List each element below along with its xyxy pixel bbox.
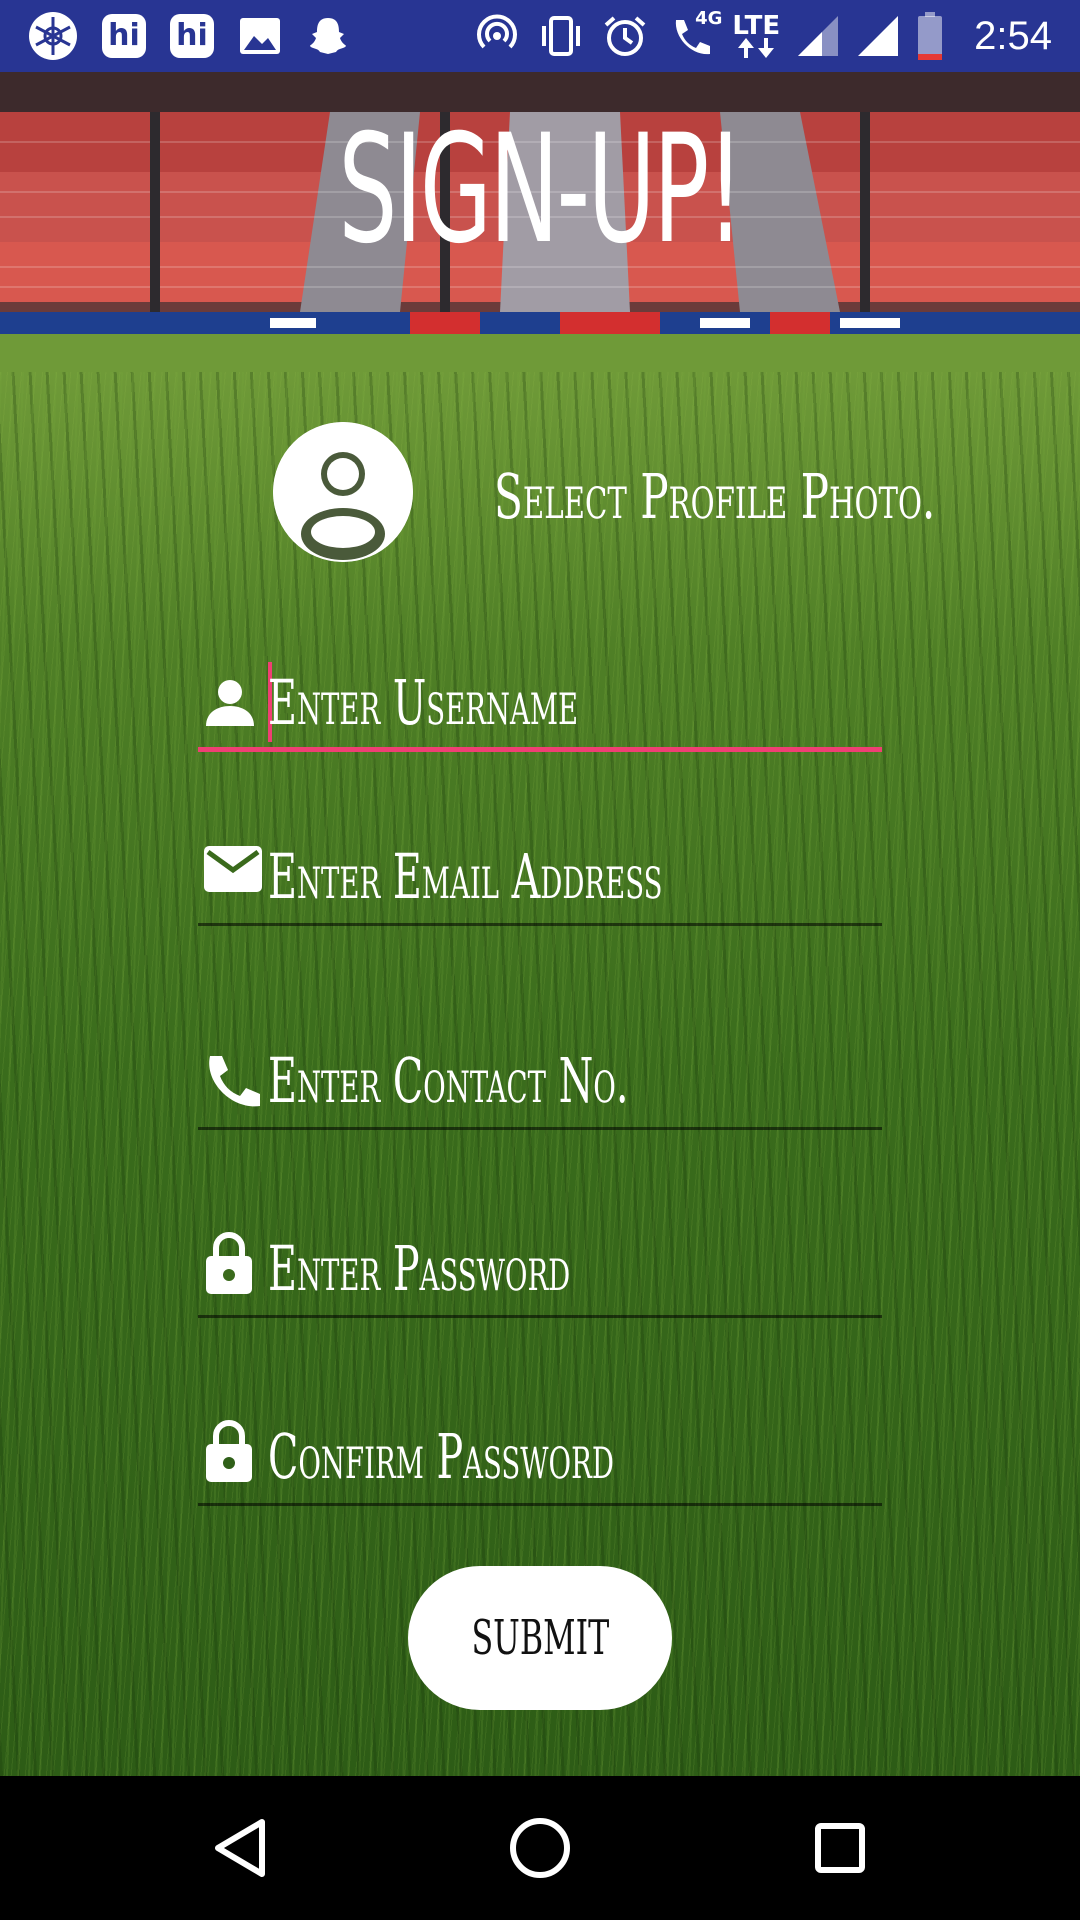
field-underline — [198, 1127, 882, 1130]
lock-icon — [204, 1230, 256, 1294]
page-title: SIGN-UP! — [338, 103, 744, 277]
confirm-password-field[interactable]: Confirm Password — [198, 1406, 882, 1506]
home-icon[interactable] — [504, 1812, 576, 1884]
confirm-password-placeholder: Confirm Password — [268, 1420, 614, 1493]
username-placeholder: Enter Username — [268, 666, 579, 739]
field-underline — [198, 1503, 882, 1506]
lte-label: LTE — [732, 11, 781, 41]
alarm-icon — [602, 13, 648, 59]
network-type-label: 4G — [695, 8, 723, 29]
field-underline — [198, 1315, 882, 1318]
password-field[interactable]: Enter Password — [198, 1218, 882, 1318]
gallery-icon — [238, 16, 282, 56]
hotspot-icon — [474, 13, 520, 59]
account-circle-icon — [273, 422, 413, 562]
contact-number-field[interactable]: Enter Contact No. — [198, 1030, 882, 1130]
email-field[interactable]: Enter Email Address — [198, 826, 882, 926]
contact-number-placeholder: Enter Contact No. — [268, 1044, 629, 1117]
vibrate-icon — [536, 14, 586, 58]
phone-icon — [204, 1054, 260, 1107]
password-placeholder: Enter Password — [268, 1232, 571, 1305]
hi-app-icon: hi — [102, 14, 146, 58]
select-profile-photo-link[interactable]: Select Profile Photo. — [494, 460, 935, 533]
submit-label: SUBMIT — [471, 1610, 609, 1666]
email-icon — [204, 846, 262, 898]
snapchat-icon — [306, 14, 350, 58]
status-bar: hi hi 4G LTE 2:54 — [0, 0, 1080, 72]
signup-screen: hi hi 4G LTE 2:54 SIGN-UP! Select Profil… — [0, 0, 1080, 1920]
field-underline — [198, 747, 882, 752]
field-underline — [198, 923, 882, 926]
recents-icon[interactable] — [804, 1812, 876, 1884]
wifi-call-icon: 4G — [664, 8, 722, 58]
pinwheel-app-icon — [28, 11, 78, 61]
username-field[interactable]: Enter Username — [198, 652, 882, 752]
status-time: 2:54 — [974, 13, 1052, 58]
profile-avatar-button[interactable] — [273, 422, 413, 562]
hi-app-icon: hi — [170, 14, 214, 58]
lock-icon — [204, 1418, 256, 1482]
signal-icon — [856, 14, 900, 58]
signal-icon — [796, 14, 840, 58]
email-placeholder: Enter Email Address — [268, 840, 663, 913]
lte-icon: LTE — [732, 11, 781, 58]
navigation-bar — [0, 1776, 1080, 1920]
person-icon — [204, 676, 256, 728]
submit-button[interactable]: SUBMIT — [408, 1566, 672, 1710]
back-icon[interactable] — [204, 1812, 276, 1884]
battery-low-icon — [916, 12, 944, 60]
